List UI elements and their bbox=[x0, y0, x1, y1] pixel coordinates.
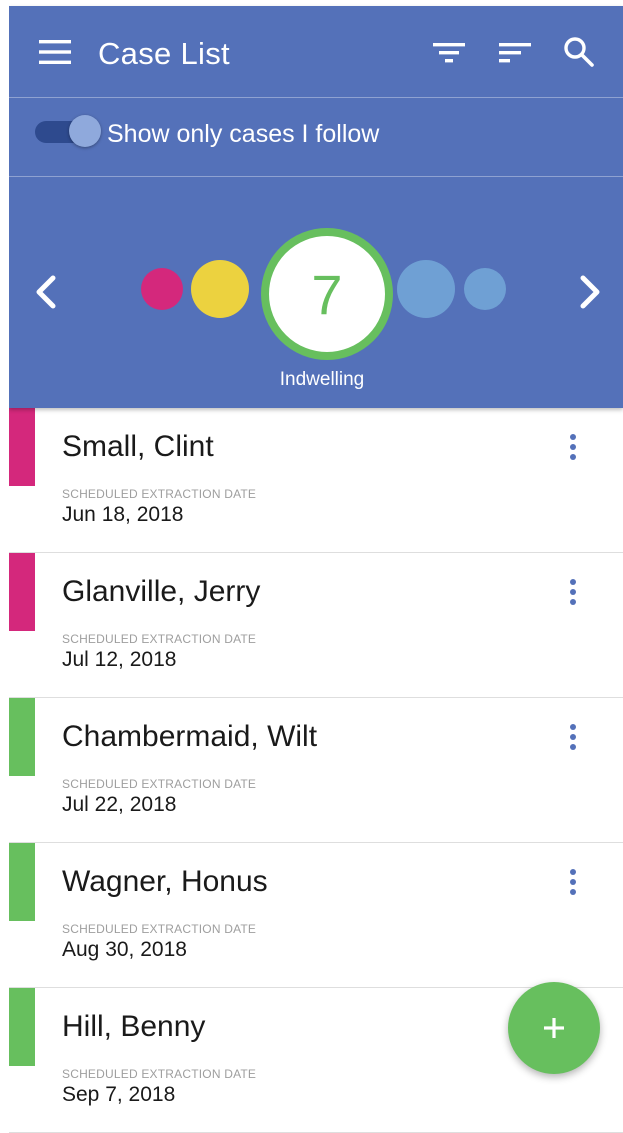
case-row[interactable]: Chambermaid, Wilt SCHEDULED EXTRACTION D… bbox=[9, 698, 623, 843]
case-name: Wagner, Honus bbox=[62, 865, 268, 898]
screen-edge bbox=[0, 0, 9, 1106]
stage-dot[interactable] bbox=[141, 268, 183, 310]
case-name: Chambermaid, Wilt bbox=[62, 720, 318, 753]
search-icon[interactable] bbox=[561, 34, 597, 70]
date-caption: SCHEDULED EXTRACTION DATE bbox=[62, 1067, 257, 1081]
page-title: Case List bbox=[98, 36, 230, 71]
extraction-date: Aug 30, 2018 bbox=[62, 938, 187, 961]
follow-toggle-thumb[interactable] bbox=[69, 115, 101, 147]
date-caption: SCHEDULED EXTRACTION DATE bbox=[62, 777, 257, 791]
stage-dot[interactable] bbox=[191, 260, 249, 318]
more-vert-icon[interactable] bbox=[565, 577, 581, 611]
selected-stage-label: Indwelling bbox=[279, 369, 365, 390]
more-vert-icon[interactable] bbox=[565, 722, 581, 756]
date-caption: SCHEDULED EXTRACTION DATE bbox=[62, 632, 257, 646]
date-caption: SCHEDULED EXTRACTION DATE bbox=[62, 487, 257, 501]
case-row[interactable]: Wagner, Honus SCHEDULED EXTRACTION DATE … bbox=[9, 843, 623, 988]
case-row[interactable]: Small, Clint SCHEDULED EXTRACTION DATE J… bbox=[9, 408, 623, 553]
filter-icon[interactable] bbox=[431, 34, 467, 70]
date-caption: SCHEDULED EXTRACTION DATE bbox=[62, 922, 257, 936]
stage-dot[interactable] bbox=[397, 260, 455, 318]
more-vert-icon[interactable] bbox=[565, 867, 581, 901]
case-status-bar bbox=[9, 553, 35, 631]
follow-toggle-label: Show only cases I follow bbox=[107, 120, 380, 148]
chevron-right-icon[interactable] bbox=[575, 272, 605, 312]
app-header: Case List Show only cases I follow 7 Ind… bbox=[9, 6, 623, 408]
plus-icon bbox=[544, 1018, 564, 1038]
stage-carousel: 7 Indwelling bbox=[9, 176, 623, 408]
case-row[interactable]: Glanville, Jerry SCHEDULED EXTRACTION DA… bbox=[9, 553, 623, 698]
extraction-date: Sep 7, 2018 bbox=[62, 1083, 176, 1106]
selected-stage[interactable]: 7 bbox=[261, 228, 393, 360]
toolbar: Case List bbox=[9, 6, 623, 98]
case-name: Small, Clint bbox=[62, 430, 214, 463]
extraction-date: Jun 18, 2018 bbox=[62, 503, 184, 526]
case-status-bar bbox=[9, 988, 35, 1066]
stage-dot[interactable] bbox=[464, 268, 506, 310]
selected-stage-count: 7 bbox=[311, 262, 343, 326]
case-status-bar bbox=[9, 698, 35, 776]
case-name: Hill, Benny bbox=[62, 1010, 206, 1043]
more-vert-icon[interactable] bbox=[565, 432, 581, 466]
sort-icon[interactable] bbox=[497, 34, 533, 70]
extraction-date: Jul 12, 2018 bbox=[62, 648, 177, 671]
menu-icon[interactable] bbox=[39, 40, 71, 64]
follow-toggle-row[interactable]: Show only cases I follow bbox=[9, 98, 623, 176]
add-case-button[interactable] bbox=[508, 982, 600, 1074]
chevron-left-icon[interactable] bbox=[31, 272, 61, 312]
case-name: Glanville, Jerry bbox=[62, 575, 261, 608]
case-status-bar bbox=[9, 843, 35, 921]
case-status-bar bbox=[9, 408, 35, 486]
extraction-date: Jul 22, 2018 bbox=[62, 793, 177, 816]
